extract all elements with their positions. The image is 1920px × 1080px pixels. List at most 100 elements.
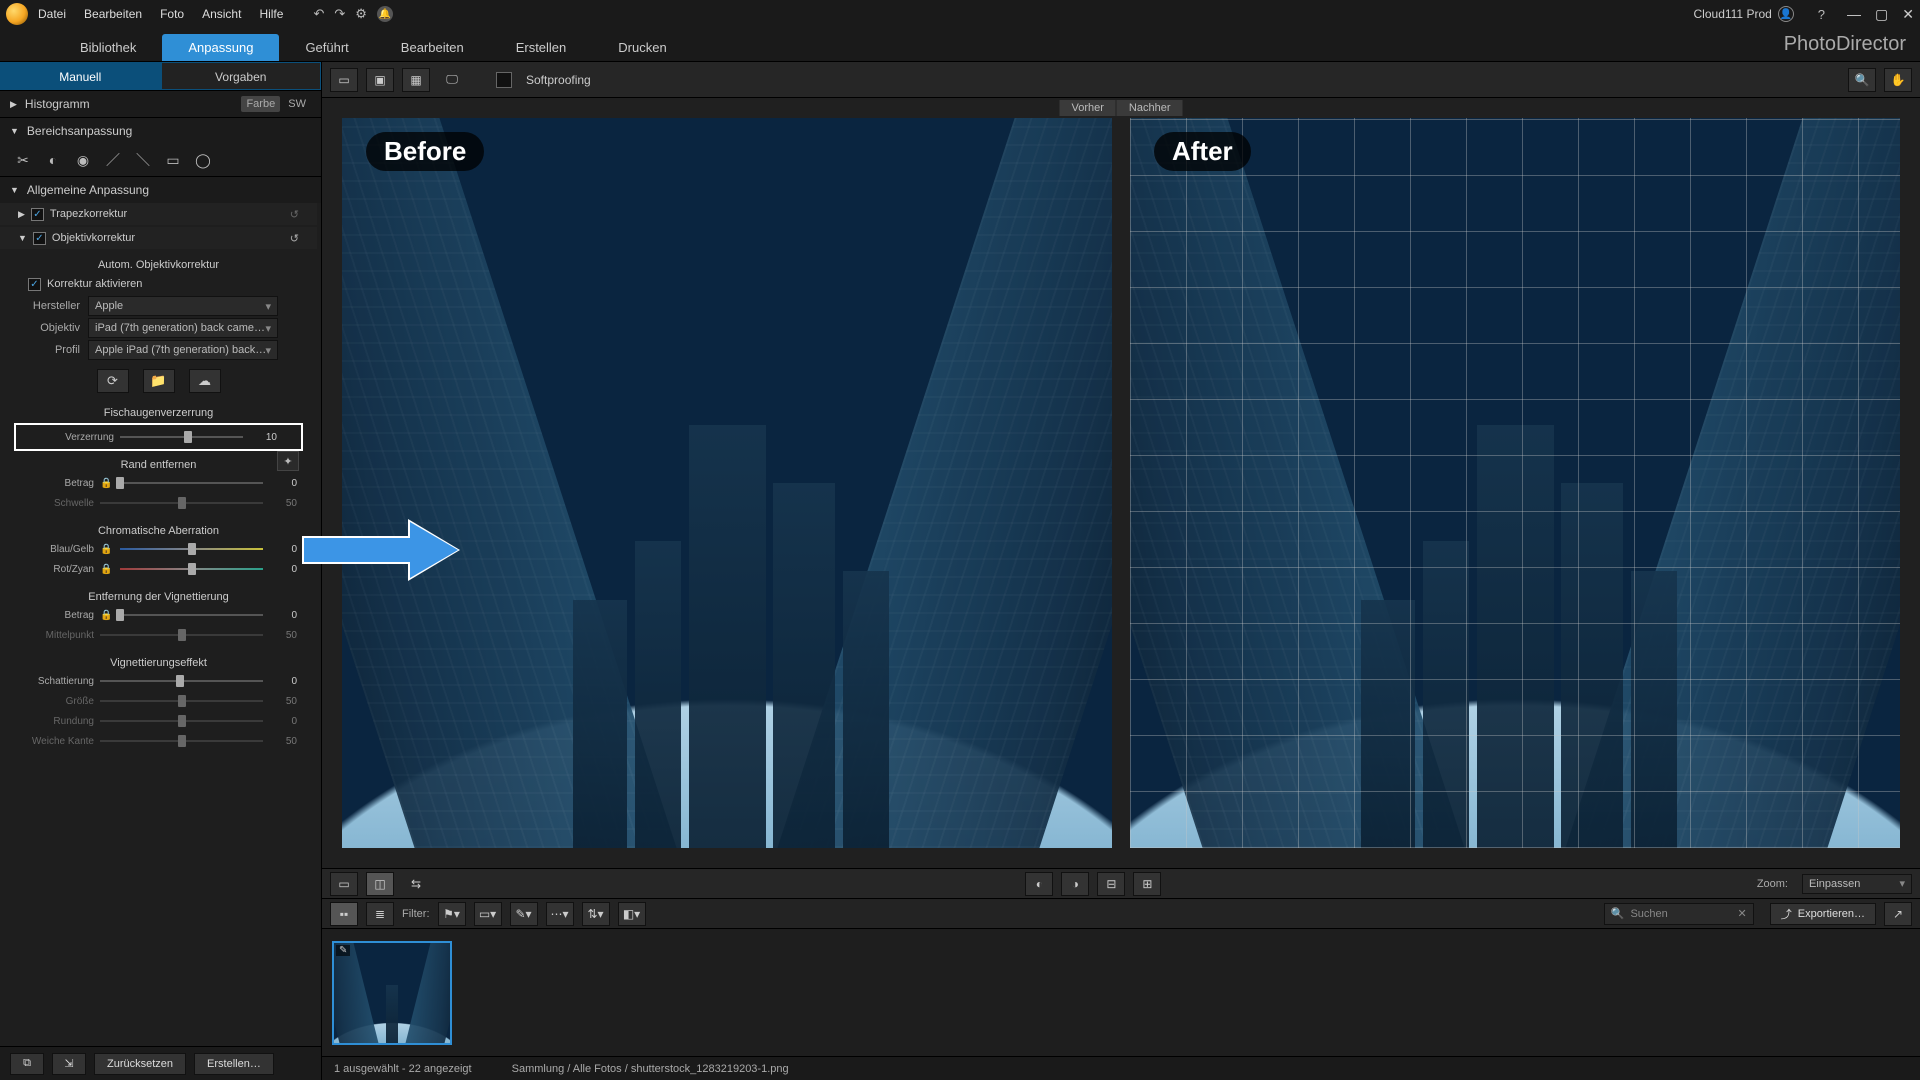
redo-icon[interactable]: ↷ <box>334 6 345 22</box>
sort-icon[interactable]: ⇅▾ <box>582 902 610 926</box>
gradient-tool-icon[interactable]: ＼ <box>128 148 158 172</box>
account-button[interactable]: Cloud111 Prod 👤 <box>1694 6 1794 22</box>
image-viewer[interactable]: Vorher Nachher Before <box>322 98 1920 868</box>
section-region[interactable]: ▼ Bereichsanpassung <box>0 118 321 144</box>
lock-icon[interactable]: 🔒 <box>100 478 112 489</box>
spot-tool-icon[interactable]: ◐ <box>38 148 68 172</box>
keystone-checkbox[interactable] <box>31 208 44 221</box>
filter-flag-icon[interactable]: ⚑▾ <box>438 902 466 926</box>
vr-amount-slider[interactable] <box>120 608 263 622</box>
ba-toggle-icon[interactable]: ◐ <box>1025 872 1053 896</box>
module-library[interactable]: Bibliothek <box>54 34 162 61</box>
histogram-mode-color[interactable]: Farbe <box>241 96 280 112</box>
rect-mask-icon[interactable]: ▭ <box>158 148 188 172</box>
section-histogram[interactable]: ▶ Histogramm Farbe SW <box>0 91 321 117</box>
undo-icon[interactable]: ↶ <box>313 6 324 22</box>
create-preset-button[interactable]: Erstellen… <box>194 1053 274 1075</box>
ba-horiz-icon[interactable]: ⊞ <box>1133 872 1161 896</box>
module-print[interactable]: Drucken <box>592 34 692 61</box>
compare-split-icon[interactable]: ◫ <box>366 872 394 896</box>
paste-settings-icon[interactable]: ⇲ <box>52 1053 86 1075</box>
group-label: Trapezkorrektur <box>50 208 127 220</box>
threshold-value: 50 <box>269 498 297 509</box>
lock-icon[interactable]: 🔒 <box>100 544 112 555</box>
tab-presets[interactable]: Vorgaben <box>161 62 322 90</box>
eyedropper-icon[interactable]: ✦ <box>277 451 299 471</box>
menu-view[interactable]: Ansicht <box>202 7 241 21</box>
filter-edit-icon[interactable]: ✎▾ <box>510 902 538 926</box>
module-edit[interactable]: Bearbeiten <box>375 34 490 61</box>
gear-icon[interactable]: ⚙ <box>355 6 367 22</box>
profile-dropdown[interactable]: Apple iPad (7th generation) back… <box>88 340 278 360</box>
group-lens[interactable]: ▼ Objektivkorrektur ↺ <box>0 227 317 249</box>
stack-icon[interactable]: ◧▾ <box>618 902 646 926</box>
copy-settings-icon[interactable]: ⧉ <box>10 1053 44 1075</box>
distortion-slider[interactable] <box>120 430 243 444</box>
zoom-dropdown[interactable]: Einpassen <box>1802 874 1912 894</box>
clear-search-icon[interactable]: ✕ <box>1738 907 1747 920</box>
export-button[interactable]: ⤴ Exportieren… <box>1770 903 1876 925</box>
pan-tool-icon[interactable]: ✋ <box>1884 68 1912 92</box>
download-profile-icon[interactable]: ☁ <box>189 369 221 393</box>
histogram-mode-bw[interactable]: SW <box>283 96 311 112</box>
maker-dropdown[interactable]: Apple <box>88 296 278 316</box>
view-secondary-icon[interactable]: 🖵 <box>438 68 466 92</box>
strip-list-icon[interactable]: ≣ <box>366 902 394 926</box>
module-guided[interactable]: Geführt <box>279 34 374 61</box>
group-keystone[interactable]: ▶ Trapezkorrektur ↺ <box>0 203 317 225</box>
tab-manual[interactable]: Manuell <box>0 62 161 90</box>
module-create[interactable]: Erstellen <box>490 34 593 61</box>
module-adjust[interactable]: Anpassung <box>162 34 279 61</box>
zoom-tool-icon[interactable]: 🔍 <box>1848 68 1876 92</box>
section-general[interactable]: ▼ Allgemeine Anpassung <box>0 177 321 203</box>
lens-dropdown[interactable]: iPad (7th generation) back came… <box>88 318 278 338</box>
zoom-label: Zoom: <box>1757 878 1788 890</box>
close-icon[interactable]: ✕ <box>1902 6 1914 23</box>
search-input[interactable]: 🔍 Suchen ✕ <box>1604 903 1754 925</box>
reset-button[interactable]: Zurücksetzen <box>94 1053 186 1075</box>
minimize-icon[interactable]: — <box>1847 6 1861 23</box>
menu-edit[interactable]: Bearbeiten <box>84 7 142 21</box>
filter-label-icon[interactable]: ▭▾ <box>474 902 502 926</box>
enable-correction-checkbox[interactable] <box>28 278 41 291</box>
shade-slider[interactable] <box>100 674 263 688</box>
redeye-tool-icon[interactable]: ◉ <box>68 148 98 172</box>
compare-swap-icon[interactable]: ⇆ <box>402 872 430 896</box>
crop-tool-icon[interactable]: ✂ <box>8 148 38 172</box>
lens-checkbox[interactable] <box>33 232 46 245</box>
maximize-icon[interactable]: ▢ <box>1875 6 1888 23</box>
ba-vert-icon[interactable]: ⊟ <box>1097 872 1125 896</box>
thumbnail-selected[interactable]: ✎ <box>332 941 452 1045</box>
brush-tool-icon[interactable]: ／ <box>98 148 128 172</box>
view-grid-icon[interactable]: ▦ <box>402 68 430 92</box>
fisheye-title: Fischaugenverzerrung <box>0 401 317 421</box>
import-profile-icon[interactable]: 📁 <box>143 369 175 393</box>
compare-single-icon[interactable]: ▭ <box>330 872 358 896</box>
after-tab[interactable]: Nachher <box>1117 100 1183 116</box>
softproof-checkbox[interactable] <box>496 72 512 88</box>
by-slider[interactable] <box>120 542 263 556</box>
reset-icon[interactable]: ↺ <box>290 208 299 221</box>
menu-file[interactable]: Datei <box>38 7 66 21</box>
help-icon[interactable]: ? <box>1818 7 1825 22</box>
before-tab[interactable]: Vorher <box>1060 100 1117 116</box>
view-fit-icon[interactable]: ▣ <box>366 68 394 92</box>
account-name: Cloud111 Prod <box>1694 7 1772 21</box>
reset-icon[interactable]: ↺ <box>290 232 299 245</box>
filter-more-icon[interactable]: ⋯▾ <box>546 902 574 926</box>
menu-photo[interactable]: Foto <box>160 7 184 21</box>
lock-icon[interactable]: 🔒 <box>100 564 112 575</box>
rc-slider[interactable] <box>120 562 263 576</box>
radial-mask-icon[interactable]: ◯ <box>188 148 218 172</box>
defringe-amount-slider[interactable] <box>120 476 263 490</box>
round-value: 0 <box>269 716 297 727</box>
lock-icon[interactable]: 🔒 <box>100 610 112 621</box>
shade-value: 0 <box>269 676 297 687</box>
share-icon[interactable]: ↗ <box>1884 902 1912 926</box>
view-single-icon[interactable]: ▭ <box>330 68 358 92</box>
ba-split-icon[interactable]: ◑ <box>1061 872 1089 896</box>
strip-thumb-icon[interactable]: ▪▪ <box>330 902 358 926</box>
bell-icon[interactable]: 🔔 <box>377 6 393 22</box>
refresh-profile-icon[interactable]: ⟳ <box>97 369 129 393</box>
menu-help[interactable]: Hilfe <box>259 7 283 21</box>
